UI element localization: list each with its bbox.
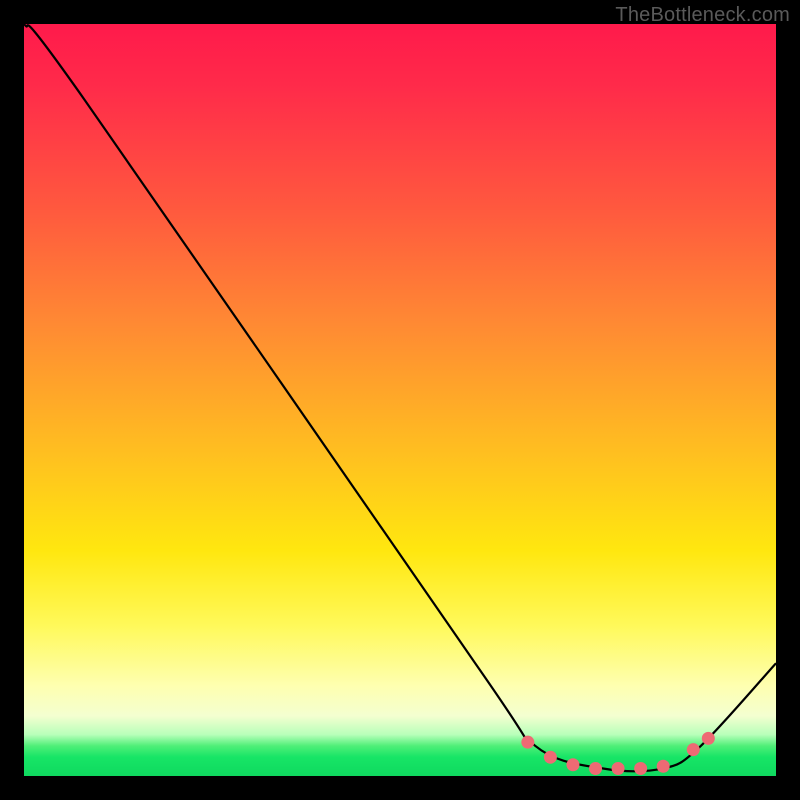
series-line xyxy=(24,24,776,771)
plot-area xyxy=(24,24,776,776)
marker-group xyxy=(521,732,714,775)
marker-dot xyxy=(544,751,557,764)
marker-dot xyxy=(612,762,625,775)
marker-dot xyxy=(566,758,579,771)
chart-svg xyxy=(24,24,776,776)
marker-dot xyxy=(521,736,534,749)
marker-dot xyxy=(657,760,670,773)
watermark-text: TheBottleneck.com xyxy=(615,4,790,27)
marker-dot xyxy=(634,762,647,775)
marker-dot xyxy=(702,732,715,745)
chart-frame: TheBottleneck.com xyxy=(0,0,800,800)
marker-dot xyxy=(687,743,700,756)
marker-dot xyxy=(589,762,602,775)
